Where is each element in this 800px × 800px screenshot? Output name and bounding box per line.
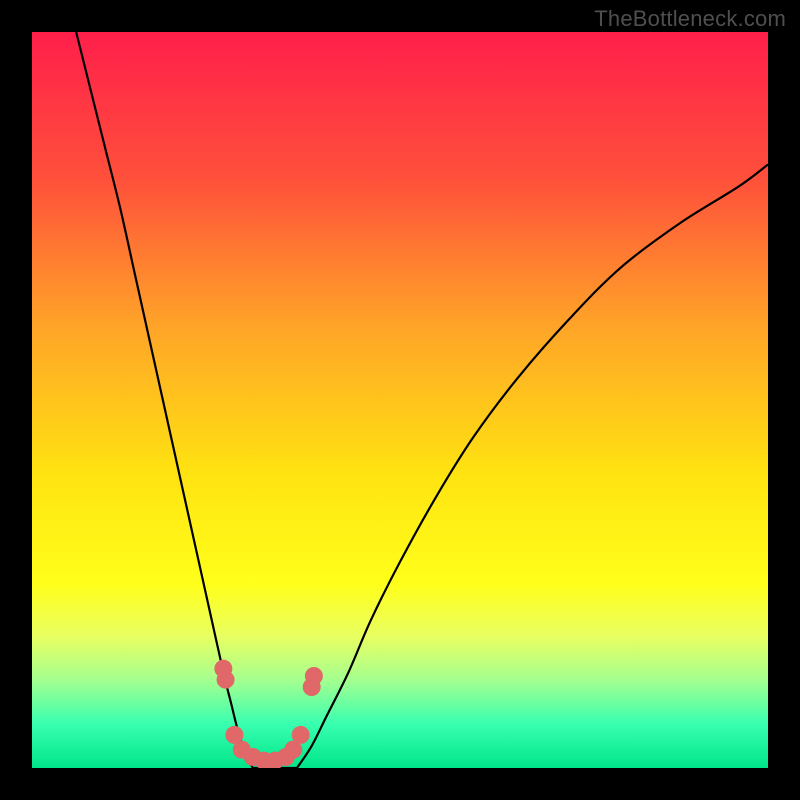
right-curve [297,164,768,768]
chart-frame: TheBottleneck.com [0,0,800,800]
curves-layer [32,32,768,768]
marker-dot [292,726,310,744]
left-curve [76,32,253,768]
marker-dot [217,671,235,689]
highlight-dots [214,660,323,768]
plot-area [32,32,768,768]
watermark-text: TheBottleneck.com [594,6,786,32]
marker-dot [305,667,323,685]
